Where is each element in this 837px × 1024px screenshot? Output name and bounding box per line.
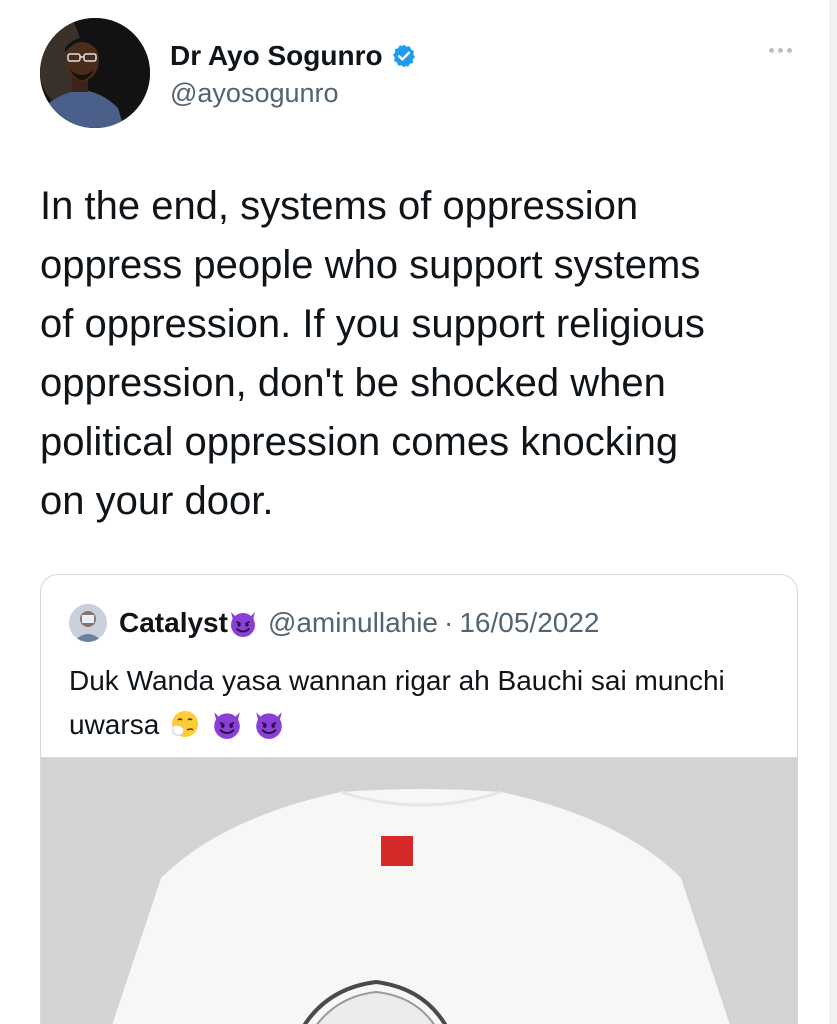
quoted-author-handle[interactable]: @aminullahie (268, 607, 438, 639)
smiling-devil-emoji-icon (253, 708, 285, 740)
tweet-screenshot: Dr Ayo Sogunro @ayosogunro In the end, s… (0, 0, 837, 1024)
quoted-tweet-header: Catalyst @aminullahie · 16/05/2022 (69, 603, 599, 643)
more-dot (786, 47, 792, 53)
quoted-author-avatar[interactable] (69, 604, 107, 642)
tweet-header: Dr Ayo Sogunro @ayosogunro (40, 18, 800, 130)
quoted-author-display-name[interactable]: Catalyst (119, 607, 228, 639)
more-dots-icon (768, 47, 774, 53)
author-block: Dr Ayo Sogunro @ayosogunro (170, 38, 417, 109)
quoted-avatar-image (69, 604, 107, 642)
sneezing-face-emoji-icon (169, 708, 201, 740)
quoted-tweet-card[interactable]: Catalyst @aminullahie · 16/05/2022 Duk W… (40, 574, 798, 1024)
author-avatar-image (40, 18, 150, 128)
more-options-button[interactable] (760, 40, 800, 60)
quoted-tweet-text: Duk Wanda yasa wannan rigar ah Bauchi sa… (69, 659, 769, 747)
scrollbar-track[interactable] (829, 0, 837, 1024)
quoted-tweet-text-body: Duk Wanda yasa wannan rigar ah Bauchi sa… (69, 665, 725, 740)
verified-badge-icon (391, 43, 417, 69)
author-display-name[interactable]: Dr Ayo Sogunro (170, 40, 383, 72)
author-handle[interactable]: @ayosogunro (170, 78, 417, 109)
more-dot (777, 47, 783, 53)
white-tshirt-image (41, 758, 797, 1024)
author-name-row: Dr Ayo Sogunro (170, 38, 417, 74)
tweet-text: In the end, systems of oppression oppres… (40, 184, 705, 523)
quoted-tweet-photo[interactable] (41, 757, 797, 1024)
quoted-tweet-date[interactable]: 16/05/2022 (459, 607, 599, 639)
author-avatar[interactable] (40, 18, 150, 128)
smiling-devil-emoji-icon (211, 708, 243, 740)
smiling-devil-emoji-icon (228, 608, 258, 638)
quoted-meta-separator: · (444, 607, 454, 638)
